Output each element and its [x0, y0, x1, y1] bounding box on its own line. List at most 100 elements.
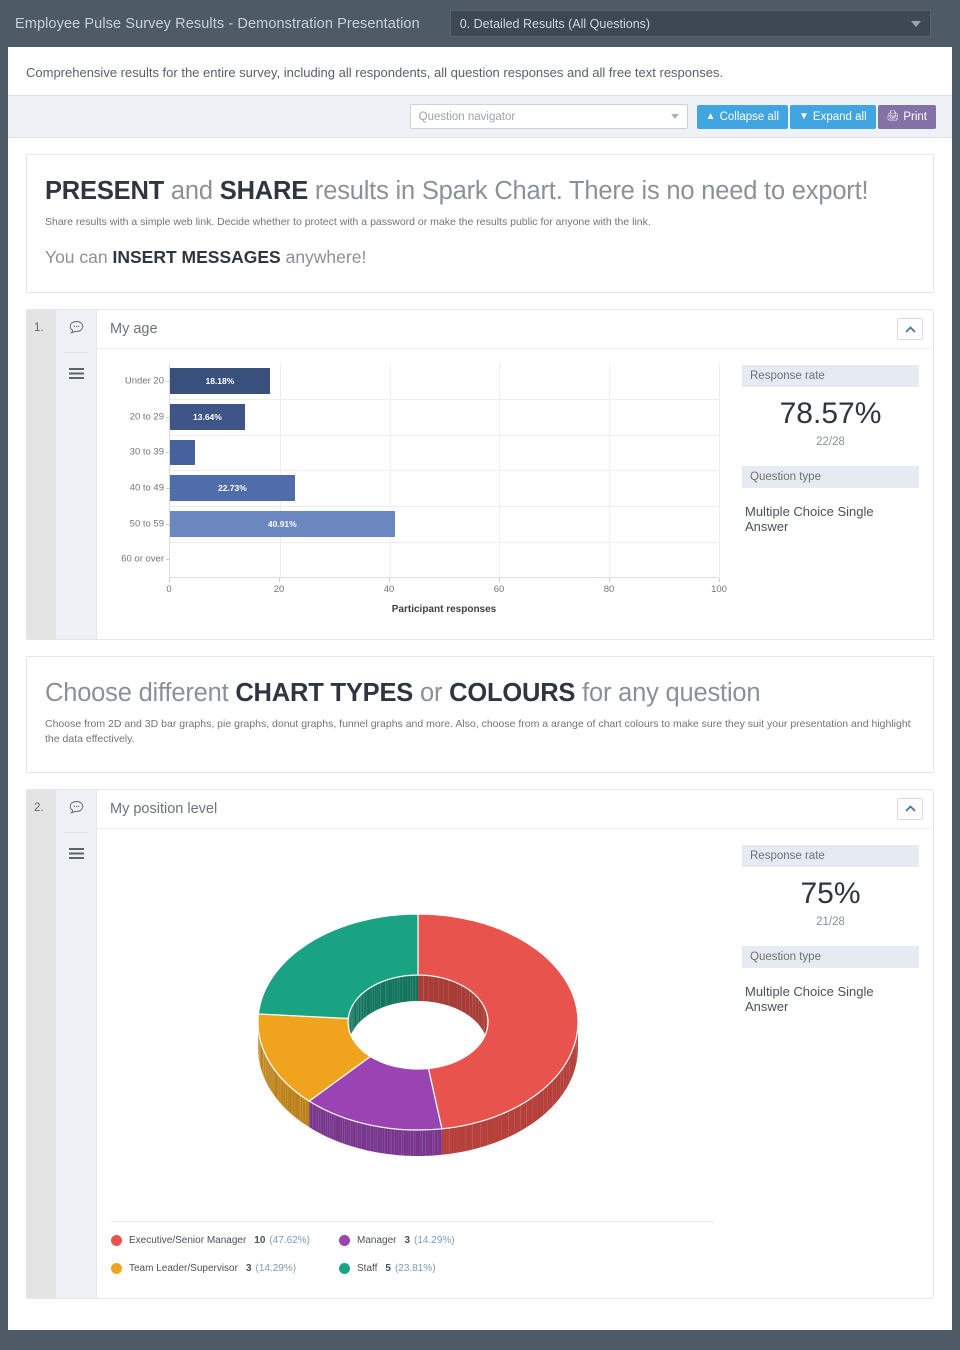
- message-heading-3: Choose different CHART TYPES or COLOURS …: [45, 679, 915, 708]
- bar[interactable]: 22.73%: [170, 475, 295, 501]
- question-content-2: Executive/Senior Manager 10 (47.62%) Manage…: [97, 829, 933, 1298]
- donut-outer-wall: [282, 1079, 284, 1108]
- bar[interactable]: 40.91%: [170, 510, 395, 537]
- donut-outer-wall: [331, 1112, 334, 1140]
- print-label: Print: [903, 110, 927, 123]
- donut-outer-wall: [507, 1107, 515, 1137]
- donut-inner-wall: [438, 976, 444, 1004]
- bar-row: Under 20 18.18%: [125, 363, 719, 399]
- question-body-1: My age Under 20 18.18% 20 to 29 13.64% 30 to…: [97, 310, 933, 639]
- donut-outer-wall: [312, 1102, 315, 1131]
- collapse-question-1-button[interactable]: [897, 318, 923, 341]
- donut-outer-wall: [384, 1127, 387, 1154]
- donut-outer-wall: [361, 1122, 364, 1150]
- donut-outer-wall: [514, 1104, 521, 1134]
- view-selector[interactable]: 0. Detailed Results (All Questions): [449, 10, 931, 37]
- question-number-2: 2.: [27, 789, 56, 1298]
- donut-outer-wall: [335, 1114, 338, 1142]
- comment-icon[interactable]: [69, 320, 84, 340]
- legend-color-swatch: [111, 1262, 122, 1274]
- bar[interactable]: [170, 439, 195, 466]
- message-heading-2: You can INSERT MESSAGES anywhere!: [45, 247, 915, 268]
- bar-row: 30 to 39: [130, 435, 719, 471]
- donut-outer-wall: [417, 1129, 420, 1156]
- question-title-1: My age: [110, 321, 158, 338]
- donut-outer-wall: [388, 1127, 392, 1155]
- donut-outer-wall: [422, 1129, 425, 1156]
- comment-icon[interactable]: [69, 800, 84, 820]
- bar[interactable]: 18.18%: [170, 368, 270, 394]
- question-body-2: My position level Executive/Senior Manag…: [97, 790, 933, 1298]
- collapse-question-2-button[interactable]: [897, 797, 923, 820]
- expand-all-button[interactable]: ▼ Expand all: [790, 104, 876, 129]
- donut-outer-wall: [520, 1100, 527, 1131]
- bar[interactable]: 13.64%: [170, 403, 245, 430]
- donut-outer-wall: [500, 1110, 508, 1140]
- expand-all-label: Expand all: [812, 110, 867, 123]
- x-axis-tick: [719, 578, 720, 583]
- y-axis-label: 60 or over: [121, 553, 164, 565]
- question-navigator-placeholder: Question navigator: [418, 110, 516, 123]
- donut-outer-wall: [381, 1126, 385, 1154]
- legend-item[interactable]: Team Leader/Supervisor 3 (14.29%): [111, 1262, 339, 1274]
- donut-outer-wall: [285, 1082, 287, 1110]
- donut-outer-wall: [278, 1075, 281, 1104]
- chevron-up-icon: ▲: [705, 110, 716, 122]
- view-selector-value: 0. Detailed Results (All Questions): [459, 16, 651, 31]
- m2-tail: for any question: [575, 679, 761, 708]
- donut-inner-wall: [368, 987, 370, 1015]
- message-card-2: Choose different CHART TYPES or COLOURS …: [26, 656, 934, 773]
- donut-outer-wall: [300, 1095, 302, 1123]
- chevron-down-icon: ▼: [799, 110, 809, 122]
- x-axis-label: 40: [383, 584, 395, 596]
- question-card-1: 1. My age Under 20 18.18% 20 to 29 13.64% 30…: [26, 309, 934, 641]
- menu-icon[interactable]: [68, 847, 84, 865]
- menu-icon[interactable]: [68, 367, 84, 385]
- collapse-all-label: Collapse all: [719, 110, 780, 123]
- donut-outer-wall: [542, 1084, 548, 1115]
- donut-outer-wall: [441, 1127, 450, 1155]
- donut-outer-wall: [398, 1128, 401, 1156]
- donut-outer-wall: [292, 1088, 294, 1117]
- donut-inner-wall: [417, 974, 423, 1001]
- donut-legend: Executive/Senior Manager 10 (47.62%) Manage…: [111, 1220, 714, 1284]
- legend-item[interactable]: Executive/Senior Manager 10 (47.62%): [111, 1234, 339, 1246]
- question-title-2: My position level: [110, 800, 218, 817]
- print-button[interactable]: 🖨 Print: [877, 104, 936, 129]
- donut-outer-wall: [449, 1126, 457, 1154]
- y-axis-label: Under 20: [124, 375, 164, 387]
- x-axis-label: 0: [166, 584, 172, 596]
- chevron-down-icon: [910, 20, 921, 27]
- donut-outer-wall: [532, 1093, 538, 1124]
- donut-outer-wall: [393, 1128, 397, 1155]
- page-description: Comprehensive results for the entire sur…: [26, 65, 724, 80]
- donut-outer-wall: [352, 1120, 355, 1147]
- donut-inner-wall: [404, 975, 408, 1002]
- bar-row: 40 to 49 22.73%: [130, 470, 719, 506]
- legend-item[interactable]: Staff 5 (23.81%): [339, 1262, 714, 1274]
- collapse-all-button[interactable]: ▲ Collapse all: [696, 104, 789, 129]
- x-axis-title: Participant responses: [391, 604, 497, 616]
- donut-inner-wall: [354, 999, 356, 1028]
- question-header-1: My age: [97, 310, 933, 350]
- divider: [64, 352, 88, 354]
- x-axis-tick: [389, 578, 390, 583]
- donut-outer-wall: [264, 1053, 266, 1082]
- donut-inner-wall: [358, 995, 360, 1023]
- question-side-tools-1: [56, 310, 97, 640]
- legend-item[interactable]: Manager 3 (14.29%): [339, 1234, 714, 1246]
- donut-inner-wall: [369, 986, 372, 1014]
- bar-plot-area: Under 20 18.18% 20 to 29 13.64% 30 to 39 40 t…: [121, 363, 720, 579]
- donut-inner-wall: [475, 995, 479, 1025]
- donut-inner-wall: [391, 977, 395, 1004]
- question-card-2: 2. My position level Executive/Senior Ma…: [26, 788, 934, 1299]
- donut-outer-wall: [412, 1129, 416, 1156]
- donut-outer-wall: [288, 1085, 290, 1113]
- donut-inner-wall: [361, 992, 363, 1020]
- donut-inner-wall: [352, 1002, 354, 1031]
- donut-outer-wall: [290, 1087, 293, 1115]
- donut-outer-wall: [379, 1126, 382, 1153]
- donut-outer-wall: [286, 1083, 289, 1112]
- message-sub-2: Choose from 2D and 3D bar graphs, pie gr…: [45, 718, 911, 746]
- question-navigator-select[interactable]: Question navigator: [409, 104, 688, 129]
